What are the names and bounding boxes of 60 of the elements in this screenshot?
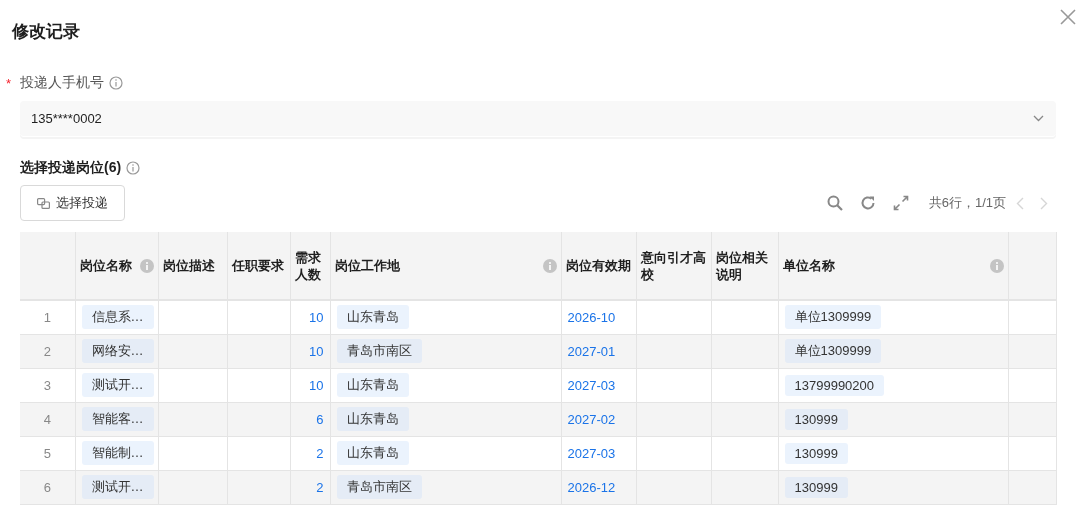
location-tag: 山东青岛 bbox=[336, 407, 409, 431]
row-number: 4 bbox=[20, 402, 75, 436]
position-tag: 测试开… bbox=[81, 475, 154, 499]
info-icon bbox=[109, 76, 123, 90]
dialog-title: 修改记录 bbox=[11, 21, 81, 43]
unit-tag: 130999 bbox=[784, 408, 848, 430]
unit-tag: 单位1309999 bbox=[784, 305, 882, 330]
copy-icon bbox=[37, 197, 50, 209]
date-cell[interactable]: 2027-03 bbox=[561, 436, 636, 470]
column-header: 岗位工作地 bbox=[334, 257, 400, 274]
unit-tag: 130999 bbox=[784, 476, 848, 498]
count-cell[interactable]: 10 bbox=[290, 334, 330, 368]
section-label: 选择投递岗位(6) bbox=[20, 159, 122, 177]
row-number: 5 bbox=[20, 436, 75, 470]
date-cell[interactable]: 2026-12 bbox=[561, 470, 636, 504]
phone-select[interactable]: 135****0002 bbox=[20, 101, 1056, 137]
position-tag: 网络安… bbox=[81, 339, 154, 363]
location-tag: 山东青岛 bbox=[336, 305, 409, 330]
date-cell[interactable]: 2027-03 bbox=[561, 368, 636, 402]
column-header: 岗位描述 bbox=[162, 257, 215, 274]
refresh-icon[interactable] bbox=[859, 195, 876, 211]
column-header: 岗位有效期 bbox=[565, 257, 631, 274]
count-cell[interactable]: 10 bbox=[290, 300, 330, 334]
row-number: 1 bbox=[20, 300, 75, 334]
location-tag: 青岛市南区 bbox=[336, 475, 422, 499]
fullscreen-icon[interactable] bbox=[892, 195, 909, 211]
count-cell[interactable]: 2 bbox=[290, 470, 330, 504]
position-tag: 智能制… bbox=[81, 441, 154, 465]
column-header: 岗位名称 bbox=[79, 257, 132, 274]
location-tag: 青岛市南区 bbox=[336, 339, 422, 363]
location-tag: 山东青岛 bbox=[336, 441, 409, 465]
column-header: 意向引才高校 bbox=[640, 248, 707, 283]
date-cell[interactable]: 2027-01 bbox=[561, 334, 636, 368]
count-cell[interactable]: 2 bbox=[290, 436, 330, 470]
page-summary: 共6行，1/1页 bbox=[928, 194, 1006, 212]
column-header: 岗位相关说明 bbox=[715, 248, 769, 283]
count-cell[interactable]: 6 bbox=[290, 402, 330, 436]
chevron-down-icon bbox=[1033, 115, 1044, 122]
select-button[interactable]: 选择投递 bbox=[20, 185, 125, 221]
position-tag: 智能客… bbox=[81, 407, 154, 431]
date-cell[interactable]: 2026-10 bbox=[561, 300, 636, 334]
required-mark: * bbox=[6, 75, 13, 91]
column-header: 需求人数 bbox=[294, 248, 322, 283]
date-cell[interactable]: 2027-02 bbox=[561, 402, 636, 436]
info-icon bbox=[126, 161, 141, 175]
count-cell[interactable]: 10 bbox=[290, 368, 330, 402]
field-label: 投递人手机号 bbox=[20, 74, 104, 92]
search-icon[interactable] bbox=[826, 195, 843, 211]
unit-tag: 13799990200 bbox=[784, 374, 885, 396]
column-header: 单位名称 bbox=[782, 257, 835, 274]
location-tag: 山东青岛 bbox=[336, 373, 409, 397]
row-number: 2 bbox=[20, 334, 75, 368]
position-tag: 信息系… bbox=[81, 305, 154, 330]
unit-tag: 130999 bbox=[784, 442, 848, 464]
row-number: 6 bbox=[20, 470, 75, 504]
close-icon[interactable] bbox=[1060, 9, 1076, 25]
row-number: 3 bbox=[20, 368, 75, 402]
unit-tag: 单位1309999 bbox=[784, 339, 882, 363]
position-tag: 测试开… bbox=[81, 373, 154, 397]
column-header: 任职要求 bbox=[231, 257, 284, 274]
